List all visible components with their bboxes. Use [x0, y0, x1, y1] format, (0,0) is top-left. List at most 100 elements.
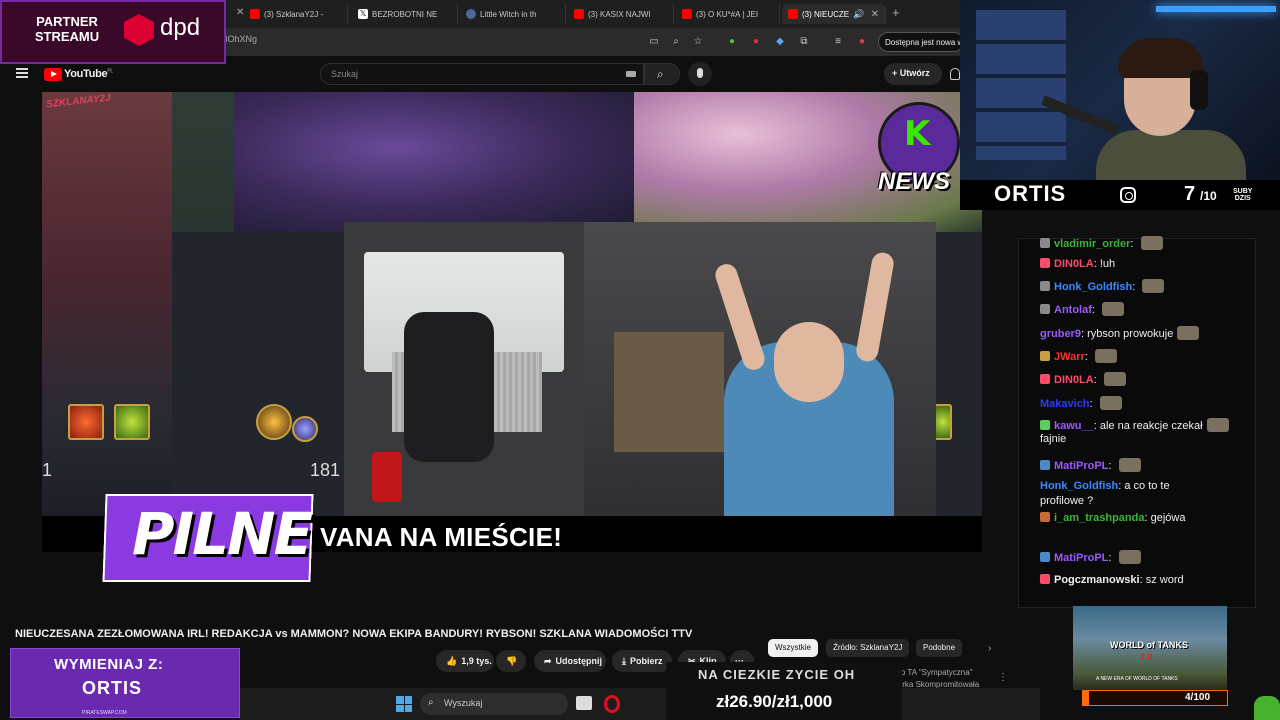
chip-related[interactable]: Podobne [916, 639, 963, 657]
chat-username[interactable]: Pogczmanowski [1054, 574, 1140, 586]
windows-start-icon[interactable] [396, 696, 412, 712]
chat-username[interactable]: Honk_Goldfish [1040, 480, 1118, 492]
chat-text: sz word [1145, 574, 1184, 586]
search-button[interactable]: ⌕ [644, 63, 680, 85]
youtube-wordmark[interactable]: YouTubePL [64, 68, 113, 80]
tab-kasix[interactable]: (3) KASIX NAJWI [568, 4, 674, 24]
notifications-bell-icon[interactable] [950, 68, 960, 80]
chat-username[interactable]: kawu__ [1054, 420, 1094, 432]
thumbs-up-icon: 👍 [446, 655, 458, 666]
chat-separator: : [1093, 374, 1100, 386]
bookmark-star-icon[interactable]: ☆ [692, 36, 704, 48]
search-input[interactable]: Szukaj [320, 63, 644, 85]
url-text[interactable]: IOhXNg [225, 34, 257, 44]
dislike-button[interactable]: 👎 [496, 650, 526, 672]
news-logo-label: NEWS [878, 168, 950, 195]
wymieniaj-label: WYMIENIAJ Z: [54, 656, 164, 673]
chat-message: Pogczmanowski: sz word [1040, 574, 1184, 586]
thumbs-down-icon: 👎 [506, 655, 518, 666]
video-player[interactable]: SZKLANAY2J 1 181 K NEWS [42, 92, 982, 552]
speaker-icon[interactable]: 🔊 [853, 9, 864, 20]
chip-all[interactable]: Wszystkie [768, 639, 818, 657]
download-button[interactable]: ⤓ Pobierz [612, 650, 672, 672]
news-logo-letter: K [904, 114, 931, 154]
chat-message: DIN0LA: !uh [1040, 258, 1115, 270]
extension-icon[interactable]: ● [750, 36, 762, 48]
chat-message: Honk_Goldfish: a co to te [1040, 480, 1170, 492]
new-tab-icon[interactable]: + [892, 5, 900, 20]
chat-username[interactable]: MatiProPL [1054, 460, 1108, 472]
close-tab-icon[interactable]: ✕ [236, 7, 244, 18]
keyboard-icon[interactable] [626, 71, 636, 77]
chat-username[interactable]: gruber9 [1040, 328, 1081, 340]
task-view-icon[interactable] [576, 696, 592, 710]
taskbar-search-input[interactable]: Wyszukaj [420, 693, 568, 715]
chat-username[interactable]: DIN0LA [1054, 258, 1094, 270]
close-tab-icon[interactable]: ✕ [871, 9, 879, 20]
chat-username[interactable]: i_am_trashpanda [1054, 512, 1144, 524]
voice-search-button[interactable] [688, 62, 712, 86]
chat-username[interactable]: Makavich [1040, 398, 1090, 410]
create-button[interactable]: + Utwórz [884, 63, 942, 85]
ability-icon [934, 404, 952, 440]
chevron-right-icon[interactable]: › [988, 643, 991, 654]
chat-message: Antolaf: [1040, 302, 1125, 316]
tab-bezrobotni[interactable]: 𝕏 BEZROBOTNI NE [352, 4, 458, 24]
chat-emote-icon [1140, 236, 1163, 250]
download-icon: ⤓ [622, 655, 626, 666]
youtube-favicon-icon [574, 9, 584, 19]
profile-icon[interactable]: ● [856, 36, 868, 48]
chat-emote-icon [1102, 302, 1125, 316]
chat-username[interactable]: DIN0LA [1054, 374, 1094, 386]
mascot-icon [1254, 696, 1280, 720]
chat-badge-icon [1040, 552, 1050, 562]
chat-username[interactable]: Antolaf [1054, 304, 1092, 316]
extension-icon[interactable]: ● [726, 36, 738, 48]
tab-nieuczesana[interactable]: (3) NIEUCZE 🔊 ✕ [782, 4, 886, 24]
opera-browser-icon[interactable] [604, 695, 620, 713]
tab-o-kuta[interactable]: (3) O KU*#A | JEI [676, 4, 780, 24]
wot-progress-fill [1083, 691, 1089, 705]
chip-source[interactable]: Źródło: SzklanaY2J [826, 639, 910, 657]
update-available-pill[interactable]: Dostępna jest nowa w [878, 32, 964, 52]
cast-icon[interactable]: ▭ [648, 36, 660, 48]
x-favicon-icon: 𝕏 [358, 9, 368, 19]
chat-message: DIN0LA: [1040, 372, 1126, 386]
tab-little-witch[interactable]: Little Witch in th [460, 4, 566, 24]
wot-tagline: A NEW ERA OF WORLD OF TANKS [1096, 676, 1178, 682]
wot-logo: WORLD of TANKS [1110, 640, 1188, 650]
reading-list-icon[interactable]: ≡ [832, 36, 844, 48]
share-button[interactable]: ➦ Udostępnij [534, 650, 606, 672]
like-button[interactable]: 👍 1,9 tys. [436, 650, 494, 672]
game-card-left [42, 92, 172, 552]
youtube-logo-icon[interactable] [44, 68, 62, 81]
chat-emote-icon [1099, 396, 1122, 410]
tab-label: (3) SzklanaY2J - [264, 9, 324, 19]
zoom-icon[interactable]: ⌕ [670, 36, 682, 48]
donation-goal-amount: zł26.90/zł1,000 [716, 692, 833, 711]
chat-username[interactable]: MatiProPL [1054, 552, 1108, 564]
chat-username[interactable]: vladimir_order [1054, 238, 1130, 250]
chat-emote-icon [1118, 458, 1141, 472]
sponsor-name: dpd [160, 14, 201, 41]
chat-badge-icon [1040, 374, 1050, 384]
more-vert-icon[interactable]: ⋮ [998, 672, 1008, 683]
chat-username[interactable]: JWarr [1054, 351, 1085, 363]
chat-text-continued: fajnie [1040, 433, 1067, 445]
chat-text-continued: profilowe ? [1040, 495, 1094, 507]
chat-separator: : [1091, 304, 1099, 316]
tab-label: (3) O KU*#A | JEI [696, 9, 759, 19]
chat-message: i_am_trashpanda: gejówa [1040, 512, 1185, 524]
chat-badge-icon [1040, 574, 1050, 584]
chat-message: gruber9: rybson prowokuje [1040, 326, 1200, 340]
headphones [1190, 70, 1208, 110]
chat-separator: : [1108, 460, 1115, 472]
extension-icon[interactable]: ◆ [774, 36, 786, 48]
chat-username[interactable]: Honk_Goldfish [1054, 281, 1132, 293]
search-icon: ⌕ [428, 697, 434, 708]
extensions-puzzle-icon[interactable]: ⧉ [798, 36, 810, 48]
tab-szklana[interactable]: (3) SzklanaY2J - [244, 4, 348, 24]
chat-emote-icon [1103, 372, 1126, 386]
create-label: Utwórz [899, 68, 930, 78]
menu-icon[interactable] [16, 68, 28, 78]
